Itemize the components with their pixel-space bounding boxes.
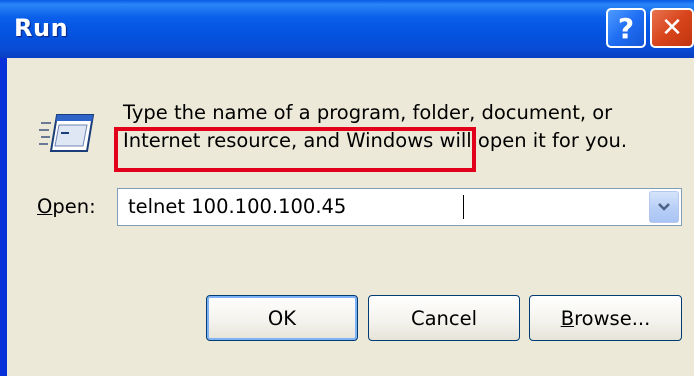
run-dialog: Run ? ✕ Type the name of a program, fold… — [0, 0, 694, 376]
help-button[interactable]: ? — [606, 8, 646, 48]
chevron-down-icon — [658, 203, 670, 211]
title-bar[interactable]: Run ? ✕ — [0, 0, 694, 58]
text-cursor — [463, 195, 464, 219]
ok-button[interactable]: OK — [206, 295, 358, 341]
browse-button[interactable]: Browse... — [529, 295, 682, 341]
browse-label-rest: rowse... — [574, 306, 651, 330]
instruction-text: Type the name of a program, folder, docu… — [123, 99, 663, 155]
help-icon: ? — [617, 11, 635, 45]
instruction-line-2: Internet resource, and Windows will open… — [123, 129, 628, 152]
dropdown-button[interactable] — [649, 191, 679, 223]
close-icon: ✕ — [661, 13, 683, 43]
open-combobox[interactable]: telnet 100.100.100.45 — [117, 188, 682, 226]
browse-label-accel: B — [560, 306, 575, 330]
instruction-line-1: Type the name of a program, folder, docu… — [123, 101, 613, 124]
cancel-button[interactable]: Cancel — [368, 295, 520, 341]
window-title: Run — [14, 14, 69, 42]
open-input[interactable]: telnet 100.100.100.45 — [128, 195, 346, 218]
open-label: Open: — [37, 195, 96, 218]
dialog-body: Type the name of a program, folder, docu… — [7, 58, 694, 376]
open-label-rest: pen: — [52, 195, 96, 218]
run-icon — [39, 114, 95, 152]
close-button[interactable]: ✕ — [650, 8, 694, 48]
open-label-accel: O — [37, 195, 53, 218]
